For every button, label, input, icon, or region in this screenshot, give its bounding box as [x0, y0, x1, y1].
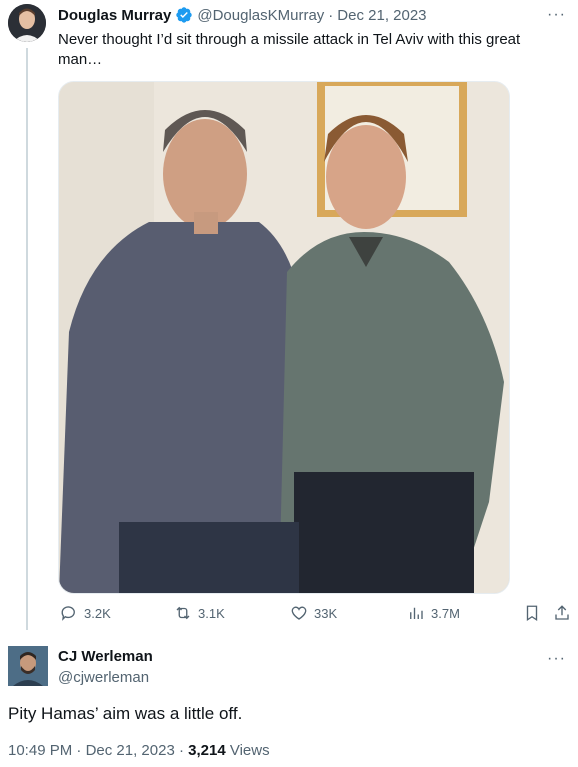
author-name[interactable]: Douglas Murray [58, 7, 171, 24]
avatar[interactable] [8, 4, 46, 42]
views-chart-icon [410, 607, 423, 619]
share-icon [555, 605, 569, 620]
header-separator: · [328, 6, 334, 24]
footer-separator: · [178, 742, 184, 759]
more-options-icon[interactable]: ··· [547, 6, 566, 24]
views-label: Views [229, 742, 270, 759]
tweet-photo-image [59, 82, 509, 593]
author-handle[interactable]: @DouglasKMurray [197, 7, 324, 24]
quoted-tweet-header: Douglas Murray @DouglasKMurray · Dec 21,… [58, 6, 427, 24]
reply-action[interactable]: 3.2K [60, 604, 111, 622]
tweet-photo[interactable] [58, 81, 510, 594]
avatar-image [8, 646, 48, 686]
avatar-image [8, 4, 46, 42]
like-action[interactable]: 33K [290, 604, 337, 622]
bookmark-icon [526, 605, 538, 622]
share-action[interactable] [553, 604, 571, 622]
author-handle[interactable]: @cjwerleman [58, 669, 149, 686]
verified-badge-icon [176, 7, 193, 23]
retweet-icon [176, 606, 190, 620]
bookmark-action[interactable] [523, 604, 541, 622]
author-name[interactable]: CJ Werleman [58, 648, 153, 665]
views-action[interactable]: 3.7M [407, 604, 460, 622]
quoted-tweet-text: Never thought I’d sit through a missile … [58, 31, 521, 68]
retweet-count: 3.1K [198, 605, 225, 621]
tweet-time[interactable]: 10:49 PM [8, 742, 72, 759]
like-count: 33K [314, 605, 338, 621]
tweet-date[interactable]: Dec 21, 2023 [337, 7, 426, 24]
retweet-action[interactable]: 3.1K [174, 604, 225, 622]
tweet-footer: 10:49 PM · Dec 21, 2023 · 3,214 Views [8, 742, 270, 759]
reply-icon [61, 606, 75, 621]
more-options-icon[interactable]: ··· [547, 650, 566, 668]
avatar[interactable] [8, 646, 48, 686]
views-count: 3,214 [188, 742, 226, 759]
tweet-text: Pity Hamas’ aim was a little off. [8, 704, 243, 723]
heart-icon [291, 606, 307, 620]
thread-connector-line [26, 48, 28, 630]
tweet-date[interactable]: Dec 21, 2023 [86, 742, 175, 759]
reply-count: 3.2K [84, 605, 111, 621]
views-count: 3.7M [431, 605, 460, 621]
footer-separator: · [76, 742, 82, 759]
